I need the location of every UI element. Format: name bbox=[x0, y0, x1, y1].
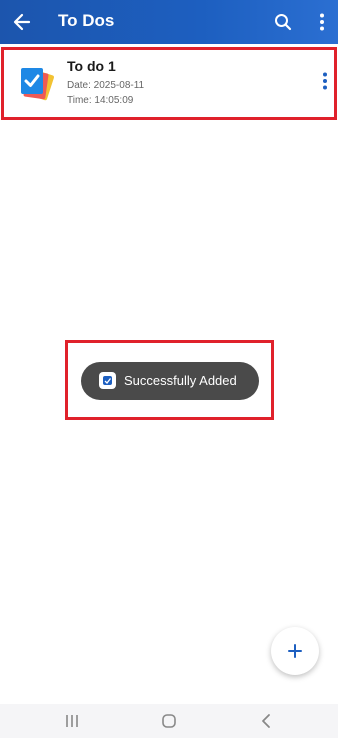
recents-icon[interactable] bbox=[57, 709, 87, 733]
plus-icon bbox=[288, 644, 302, 658]
back-arrow-icon[interactable] bbox=[8, 8, 36, 36]
system-nav-bar bbox=[0, 704, 338, 738]
more-options-icon[interactable] bbox=[310, 9, 334, 35]
add-todo-button[interactable] bbox=[271, 627, 319, 675]
back-chevron-icon[interactable] bbox=[251, 709, 281, 733]
screen: To Dos To do 1 Date: 2025-08-11 Time: 14… bbox=[0, 0, 338, 738]
toast-highlight-box bbox=[65, 340, 274, 420]
todo-highlight-box bbox=[1, 47, 337, 120]
page-title: To Dos bbox=[58, 11, 115, 30]
home-icon[interactable] bbox=[154, 709, 184, 733]
search-icon[interactable] bbox=[270, 9, 296, 35]
app-bar: To Dos bbox=[0, 0, 338, 44]
